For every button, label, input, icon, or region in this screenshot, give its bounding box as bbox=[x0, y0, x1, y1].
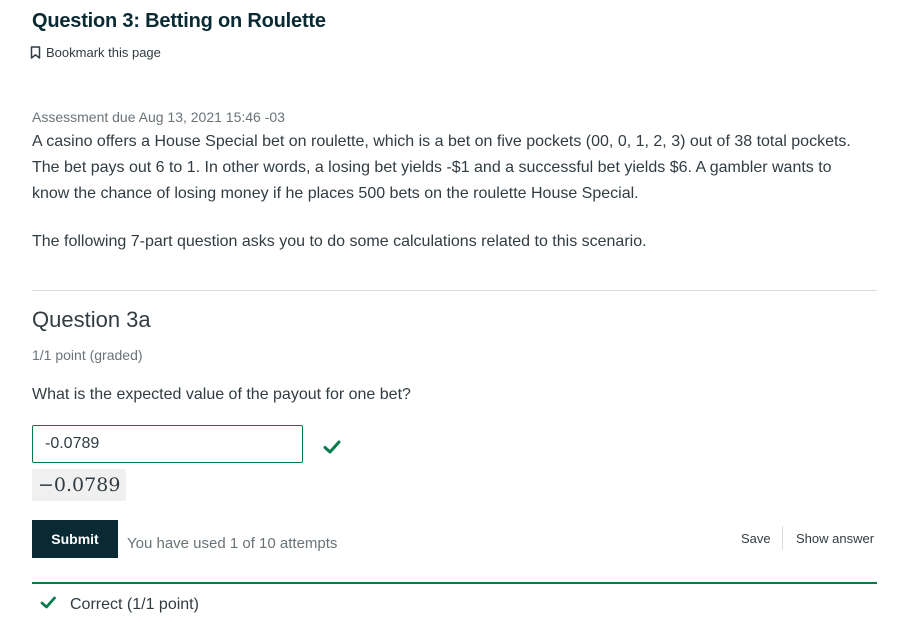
answer-input[interactable] bbox=[32, 425, 303, 463]
question-prompt: What is the expected value of the payout… bbox=[32, 386, 411, 403]
show-answer-button[interactable]: Show answer bbox=[796, 531, 874, 546]
problem-intro: The following 7-part question asks you t… bbox=[32, 233, 647, 250]
question-heading: Question 3a bbox=[32, 307, 151, 332]
bookmark-label: Bookmark this page bbox=[46, 45, 161, 60]
bookmark-icon bbox=[30, 46, 41, 59]
bookmark-button[interactable]: Bookmark this page bbox=[30, 45, 161, 60]
problem-statement: A casino offers a House Special bet on r… bbox=[32, 133, 851, 202]
feedback-text: Correct (1/1 point) bbox=[70, 596, 199, 613]
check-icon bbox=[40, 596, 56, 614]
feedback-message: Correct (1/1 point) bbox=[40, 596, 199, 614]
save-button[interactable]: Save bbox=[741, 531, 771, 546]
check-icon bbox=[323, 440, 341, 459]
page-title: Question 3: Betting on Roulette bbox=[32, 10, 326, 32]
action-separator bbox=[782, 526, 783, 550]
section-divider bbox=[32, 290, 877, 291]
problem-page: Question 3: Betting on Roulette Bookmark… bbox=[0, 0, 906, 630]
assessment-due-date: Assessment due Aug 13, 2021 15:46 -03 bbox=[32, 109, 285, 125]
feedback-divider bbox=[32, 582, 877, 584]
attempts-counter: You have used 1 of 10 attempts bbox=[127, 535, 338, 552]
question-points: 1/1 point (graded) bbox=[32, 347, 143, 363]
submit-button[interactable]: Submit bbox=[32, 520, 118, 558]
math-preview: −0.0789 bbox=[32, 469, 127, 501]
